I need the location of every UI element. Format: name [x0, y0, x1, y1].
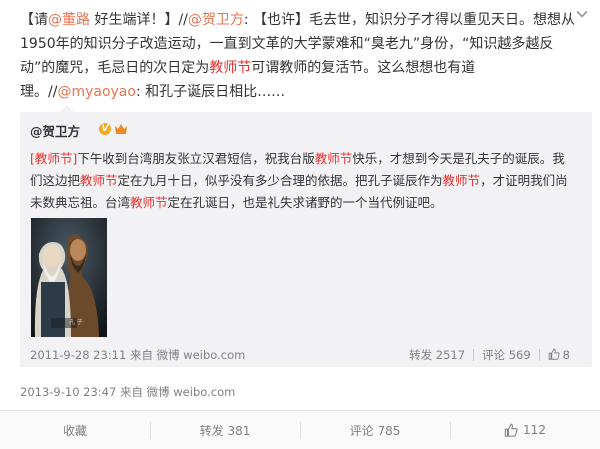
like-button[interactable]: 112 — [450, 411, 600, 449]
divider — [473, 349, 475, 361]
body-segment: : 和孔子诞辰日相比…… — [135, 84, 286, 100]
repost-label: 转发 381 — [199, 423, 251, 438]
body-segment: 好生端详！】// — [90, 12, 188, 28]
quoted-segment: 下午收到台湾朋友张立汉君短信，祝我台版 — [77, 151, 315, 166]
quoted-like-count: 8 — [562, 348, 570, 362]
quoted-segment: 定在孔诞日，也是礼失求诸野的一个当代例证吧。 — [167, 195, 443, 210]
topic-link-teachers-day[interactable]: 教师节 — [443, 173, 481, 188]
topic-link-teachers-day[interactable]: 教师节 — [130, 195, 168, 210]
post-body-text: 【请@董路 好生端详！】//@贺卫方: 【也许】毛去世，知识分子才得以重见天日。… — [20, 8, 580, 104]
mention-link-heweifang[interactable]: @贺卫方 — [188, 12, 244, 28]
quoted-comment-count[interactable]: 评论 569 — [482, 347, 531, 363]
member-rank-icon — [115, 124, 127, 134]
weibo-post-card: 【请@董路 好生端详！】//@贺卫方: 【也许】毛去世，知识分子才得以重见天日。… — [0, 0, 600, 449]
topic-link-teachers-day[interactable]: 教师节 — [209, 60, 251, 76]
thumbs-up-icon — [548, 348, 560, 360]
quoted-photo-thumbnail[interactable]: 孔 子 — [31, 218, 107, 337]
topic-link-teachers-day[interactable]: 教师节 — [80, 173, 118, 188]
quoted-body-text: [教师节]下午收到台湾朋友张立汉君短信，祝我台版教师节快乐，才想到今天是孔夫子的… — [30, 148, 570, 214]
quoted-stats: 转发 2517 评论 569 8 — [409, 347, 570, 363]
post-action-bar: 收藏 转发 381 评论 785 112 — [0, 410, 600, 449]
verified-v-icon: V — [99, 123, 111, 135]
like-count: 112 — [523, 423, 546, 437]
mention-link-donglu[interactable]: @董路 — [48, 12, 90, 28]
quoted-repost-count[interactable]: 转发 2517 — [409, 347, 465, 363]
quoted-author-link[interactable]: @贺卫方 — [30, 121, 80, 140]
thumbs-up-icon — [504, 423, 518, 437]
quoted-segment: 定在九月十日，似乎没有多少合理的依据。把孔子诞辰作为 — [117, 173, 443, 188]
body-segment: 【请 — [20, 12, 48, 28]
reposted-weibo: @贺卫方 V [教师节]下午收到台湾朋友张立汉君短信，祝我台版教师节快乐，才想到… — [20, 105, 592, 367]
repost-button[interactable]: 转发 381 — [150, 411, 300, 449]
quoted-timestamp[interactable]: 2011-9-28 23:11 来自 微博 weibo.com — [30, 347, 245, 363]
topic-tag-teachers-day[interactable]: [教师节] — [30, 151, 77, 166]
comment-label: 评论 785 — [349, 423, 401, 438]
favorite-button[interactable]: 收藏 — [0, 411, 150, 449]
quoted-like-button[interactable]: 8 — [548, 348, 570, 362]
divider — [538, 349, 540, 361]
mention-link-myaoyao[interactable]: @myaoyao — [57, 84, 136, 100]
quote-pointer-arrow — [60, 105, 74, 112]
svg-text:孔 子: 孔 子 — [69, 318, 83, 326]
photo-confucius-figures: 孔 子 — [31, 218, 107, 337]
post-timestamp[interactable]: 2013-9-10 23:47 来自 微博 weibo.com — [20, 384, 235, 400]
topic-link-teachers-day[interactable]: 教师节 — [315, 151, 353, 166]
favorite-label: 收藏 — [62, 423, 87, 438]
comment-button[interactable]: 评论 785 — [300, 411, 450, 449]
